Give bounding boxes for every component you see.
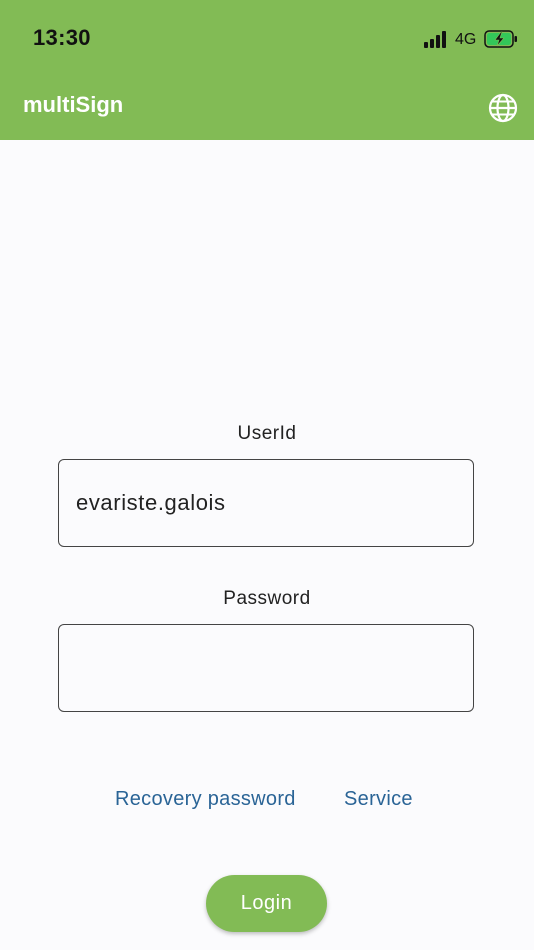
signal-icon (424, 31, 446, 48)
status-time: 13:30 (33, 25, 91, 50)
password-field[interactable] (58, 624, 474, 712)
app-bar: multiSign (0, 80, 534, 140)
status-bar: 13:30 4G (0, 0, 534, 80)
top-bar: 13:30 4G multiSign (0, 0, 534, 140)
globe-icon[interactable] (488, 93, 518, 123)
login-button[interactable]: Login (206, 875, 327, 932)
battery-charging-icon (484, 30, 517, 48)
recovery-password-link[interactable]: Recovery password (115, 788, 296, 811)
password-label: Password (223, 588, 311, 609)
userid-label: UserId (237, 423, 297, 444)
app-title: multiSign (23, 92, 124, 117)
network-type: 4G (455, 31, 477, 48)
userid-field[interactable]: evariste.galois (58, 459, 474, 547)
service-link[interactable]: Service (344, 788, 413, 811)
